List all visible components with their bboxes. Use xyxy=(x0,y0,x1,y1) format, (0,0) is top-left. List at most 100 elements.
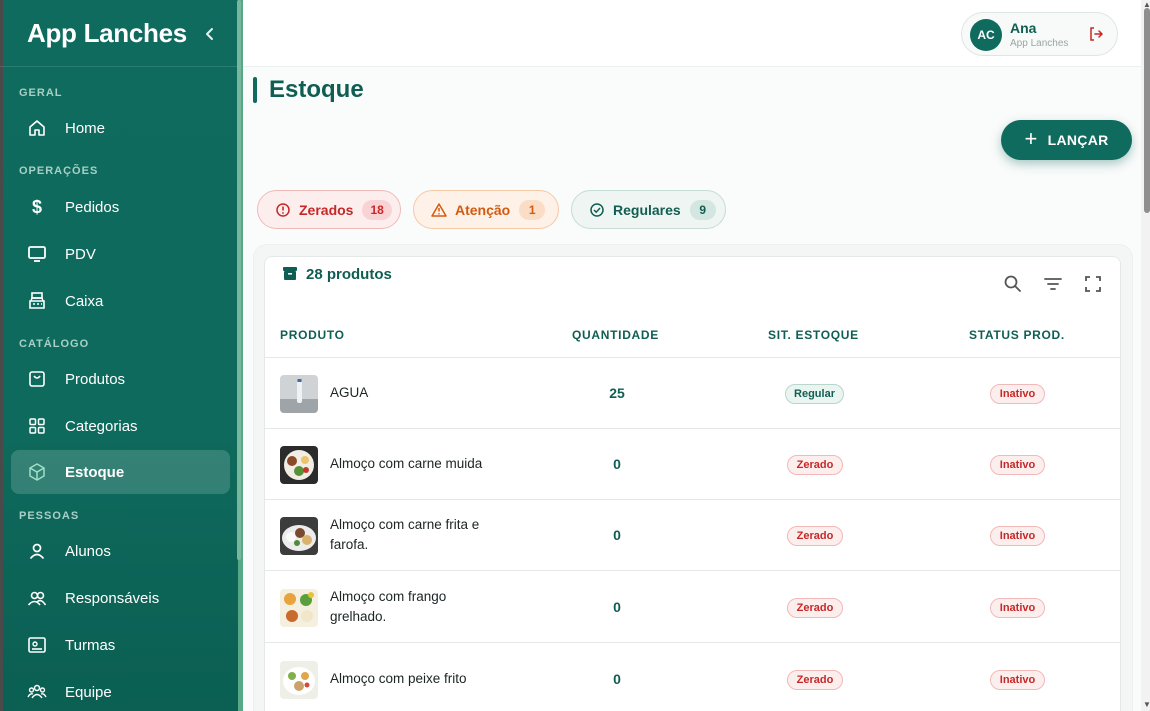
table-row[interactable]: Almoço com peixe frito 0 Zerado Inativo xyxy=(264,644,1121,711)
scroll-up-arrow[interactable]: ▲ xyxy=(1143,0,1150,9)
classroom-icon xyxy=(27,635,47,655)
sidebar-item-home[interactable]: Home xyxy=(11,106,230,150)
logout-icon[interactable] xyxy=(1088,26,1104,42)
sidebar-item-label: Home xyxy=(65,119,106,137)
stock-status-badge: Regular xyxy=(785,384,844,404)
product-quantity: 0 xyxy=(613,671,621,687)
filter-icon[interactable] xyxy=(1043,274,1063,294)
sidebar-item-equipe[interactable]: Equipe xyxy=(11,670,230,711)
sidebar-item-label: Caixa xyxy=(65,292,104,310)
product-thumbnail xyxy=(280,517,318,555)
sidebar-item-label: Categorias xyxy=(65,417,138,435)
product-status-badge: Inativo xyxy=(990,670,1045,690)
product-thumbnail xyxy=(280,375,318,413)
check-circle-icon xyxy=(590,202,604,217)
sidebar-item-label: Alunos xyxy=(65,542,111,560)
collapse-sidebar-button[interactable] xyxy=(198,20,222,48)
filter-chip-label: Atenção xyxy=(455,201,511,218)
sidebar-item-label: Produtos xyxy=(65,370,126,388)
filter-chip-count: 18 xyxy=(362,199,392,220)
product-name: AGUA xyxy=(330,385,369,400)
column-header-status-prod[interactable]: STATUS PROD. xyxy=(969,328,1065,342)
avatar: AC xyxy=(970,19,1002,51)
column-header-sit-estoque[interactable]: SIT. ESTOQUE xyxy=(768,328,859,342)
person-icon xyxy=(27,541,47,561)
sidebar-item-pdv[interactable]: PDV xyxy=(11,232,230,276)
table-row[interactable]: Almoço com frango grelhado. 0 Zerado Ina… xyxy=(264,572,1121,643)
user-name: Ana xyxy=(1010,20,1037,36)
product-thumbnail xyxy=(280,446,318,484)
sidebar-item-label: Equipe xyxy=(65,683,112,701)
filter-chip-count: 9 xyxy=(689,199,716,220)
bag-icon xyxy=(27,369,47,389)
user-menu[interactable]: AC Ana App Lanches xyxy=(961,12,1118,56)
user-subtitle: App Lanches xyxy=(1010,38,1069,49)
title-accent xyxy=(253,77,257,103)
launch-button[interactable]: + LANÇAR xyxy=(1001,120,1132,160)
home-icon xyxy=(27,118,47,138)
sidebar-item-pedidos[interactable]: $ Pedidos xyxy=(11,185,230,229)
product-status-badge: Inativo xyxy=(990,455,1045,475)
filter-chip-zerados[interactable]: Zerados 18 xyxy=(257,190,401,229)
table-row[interactable]: Almoço com carne muida 0 Zerado Inativo xyxy=(264,429,1121,500)
app-brand: App Lanches xyxy=(27,18,187,48)
sidebar-item-label: Turmas xyxy=(65,636,116,654)
section-pessoas: PESSOAS xyxy=(19,510,80,522)
column-header-produto[interactable]: PRODUTO xyxy=(280,328,345,342)
product-thumbnail xyxy=(280,589,318,627)
sidebar-item-produtos[interactable]: Produtos xyxy=(11,357,230,401)
stock-status-badge: Zerado xyxy=(787,526,843,546)
filter-chip-label: Regulares xyxy=(613,201,681,218)
sidebar-item-responsaveis[interactable]: Responsáveis xyxy=(11,576,230,620)
launch-button-label: LANÇAR xyxy=(1047,132,1109,148)
sidebar-item-label: Pedidos xyxy=(65,198,120,216)
filter-chip-label: Zerados xyxy=(299,201,354,218)
warning-icon xyxy=(431,202,447,217)
sidebar-item-alunos[interactable]: Alunos xyxy=(11,529,230,573)
team-icon xyxy=(27,682,47,702)
product-quantity: 25 xyxy=(609,385,625,401)
table-row[interactable]: AGUA 25 Regular Inativo xyxy=(264,358,1121,429)
monitor-icon xyxy=(27,244,47,264)
fullscreen-icon[interactable] xyxy=(1083,274,1103,294)
dollar-icon: $ xyxy=(31,196,42,217)
chevron-left-icon xyxy=(206,28,213,40)
box-icon xyxy=(27,462,47,482)
stock-status-badge: Zerado xyxy=(787,598,843,618)
sidebar-item-caixa[interactable]: Caixa xyxy=(11,279,230,323)
product-name: Almoço com frango grelhado. xyxy=(330,589,447,624)
product-count: 28 produtos xyxy=(306,266,392,283)
product-status-badge: Inativo xyxy=(990,526,1045,546)
product-quantity: 0 xyxy=(613,527,621,543)
sidebar-item-label: Estoque xyxy=(65,463,125,481)
section-catalogo: CATÁLOGO xyxy=(19,338,90,350)
page-title: Estoque xyxy=(269,76,364,103)
sidebar-item-estoque[interactable]: Estoque xyxy=(11,450,230,494)
sidebar-item-turmas[interactable]: Turmas xyxy=(11,623,230,667)
plus-icon: + xyxy=(1024,126,1038,151)
sidebar-item-categorias[interactable]: Categorias xyxy=(11,404,230,448)
filter-chip-count: 1 xyxy=(519,199,546,220)
product-thumbnail xyxy=(280,661,318,699)
sidebar-scrollbar[interactable] xyxy=(237,0,241,560)
product-quantity: 0 xyxy=(613,456,621,472)
product-status-badge: Inativo xyxy=(990,598,1045,618)
sidebar-item-label: Responsáveis xyxy=(65,589,160,607)
product-name: Almoço com peixe frito xyxy=(330,671,467,686)
column-header-quantidade[interactable]: QUANTIDADE xyxy=(572,328,659,342)
sidebar-item-label: PDV xyxy=(65,245,96,263)
cash-register-icon xyxy=(27,291,47,311)
product-name: Almoço com carne muida xyxy=(330,456,483,471)
page-scrollbar-thumb[interactable] xyxy=(1144,8,1150,213)
product-name: Almoço com carne frita e farofa. xyxy=(330,517,480,552)
scroll-down-arrow[interactable]: ▼ xyxy=(1143,700,1150,709)
people-icon xyxy=(27,588,47,608)
sidebar-divider xyxy=(0,66,238,67)
grid-icon xyxy=(27,416,47,436)
search-icon[interactable] xyxy=(1003,274,1023,294)
product-quantity: 0 xyxy=(613,599,621,615)
filter-chip-atencao[interactable]: Atenção 1 xyxy=(413,190,559,229)
section-operacoes: OPERAÇÕES xyxy=(19,165,99,177)
table-row[interactable]: Almoço com carne frita e farofa. 0 Zerad… xyxy=(264,500,1121,571)
filter-chip-regulares[interactable]: Regulares 9 xyxy=(571,190,726,229)
